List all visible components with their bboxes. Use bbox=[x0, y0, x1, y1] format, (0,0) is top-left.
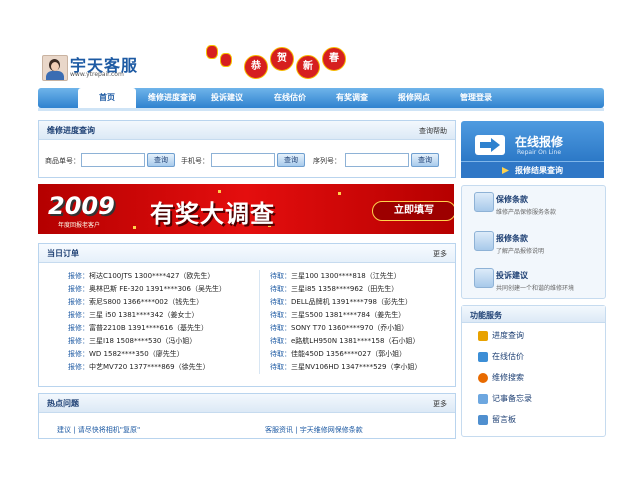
order-left-5[interactable]: 报修：三星I18 1508****530（冯小姐） bbox=[68, 336, 196, 346]
banner-cta-button[interactable]: 立即填写 bbox=[372, 201, 454, 221]
survey-banner[interactable]: 2009 年度回报老客户 有奖大调查 立即填写 bbox=[38, 184, 454, 234]
arrow-right-icon bbox=[502, 167, 509, 174]
order-right-1[interactable]: 待取：三星i85 1358****962（田先生） bbox=[270, 284, 398, 294]
newyear-char: 新 bbox=[296, 55, 320, 79]
order-right-5[interactable]: 待取：e路航LH950N 1381****158（石小姐） bbox=[270, 336, 419, 346]
order-left-0[interactable]: 报修：柯达C100JTS 1300****427（欧先生） bbox=[68, 271, 214, 281]
order-left-1[interactable]: 报修：奥林巴斯 FE-320 1391****306（吴先生） bbox=[68, 284, 226, 294]
notepad-icon bbox=[478, 393, 488, 404]
query-title: 维修进度查询 bbox=[47, 126, 95, 135]
order-right-2[interactable]: 待取：DELL品牌机 1391****798（彭先生） bbox=[270, 297, 412, 307]
orders-title: 当日订单 bbox=[47, 249, 79, 258]
hot-title: 热点问题 bbox=[47, 399, 79, 408]
complaint-title[interactable]: 投诉建议 bbox=[496, 270, 528, 281]
new-year-banner: 恭 贺 新 春 bbox=[198, 43, 358, 83]
order-right-3[interactable]: 待取：三星S500 1381****784（姜先生） bbox=[270, 310, 405, 320]
main-nav: 首页 维修进度查询 投诉建议 在线估价 有奖调查 报修网点 管理登录 bbox=[38, 88, 604, 108]
order-right-4[interactable]: 待取：SONY T70 1360****970（乔小姐） bbox=[270, 323, 408, 333]
order-left-6[interactable]: 报修：WD 1582****350（廖先生） bbox=[68, 349, 184, 359]
serial-label: 序列号： bbox=[313, 157, 341, 165]
nav-divider bbox=[38, 108, 604, 111]
newyear-char: 贺 bbox=[270, 47, 294, 71]
banner-headline: 有奖大调查 bbox=[150, 200, 275, 228]
hot-item-left[interactable]: 建议 | 请尽快将相机"复原" bbox=[57, 425, 140, 435]
nav-survey[interactable]: 有奖调查 bbox=[336, 92, 368, 103]
serial-query-button[interactable]: 查询 bbox=[411, 153, 439, 167]
repair-result-query[interactable]: 报修结果查询 bbox=[461, 161, 604, 178]
functions-box: 功能服务 进度查询 在线估价 维修搜索 记事备忘录 留言板 bbox=[461, 305, 606, 437]
phone-input[interactable] bbox=[211, 153, 275, 167]
query-panel: 维修进度查询 查询帮助 商品单号： 查询 手机号： 查询 序列号： 查询 bbox=[38, 120, 456, 178]
order-query-button[interactable]: 查询 bbox=[147, 153, 175, 167]
func-memo[interactable]: 记事备忘录 bbox=[478, 393, 532, 404]
online-repair-box[interactable]: 在线报修 Repair On Line 报修结果查询 bbox=[461, 121, 604, 178]
phone-label: 手机号： bbox=[181, 157, 209, 165]
newyear-char: 恭 bbox=[244, 55, 268, 79]
repair-terms-icon bbox=[474, 231, 494, 251]
phone-query-button[interactable]: 查询 bbox=[277, 153, 305, 167]
online-repair-en: Repair On Line bbox=[517, 149, 562, 156]
order-left-2[interactable]: 报修：索尼S800 1366****002（钱先生） bbox=[68, 297, 203, 307]
order-right-0[interactable]: 待取：三星100 1300****818（江先生） bbox=[270, 271, 401, 281]
func-guestbook[interactable]: 留言板 bbox=[478, 414, 516, 425]
order-left-3[interactable]: 报修：三星 i50 1381****342（姜女士） bbox=[68, 310, 198, 320]
order-left-7[interactable]: 报修：中艺MV720 1377****869（徐先生） bbox=[68, 362, 210, 372]
order-number-input[interactable] bbox=[81, 153, 145, 167]
order-right-7[interactable]: 待取：三星NV106HD 1347****529（李小姐） bbox=[270, 362, 421, 372]
func-progress-query[interactable]: 进度查询 bbox=[478, 330, 524, 341]
order-left-4[interactable]: 报修：富普2210B 1391****616（基先生） bbox=[68, 323, 208, 333]
orders-more-link[interactable]: 更多 bbox=[433, 249, 447, 259]
orders-divider bbox=[259, 270, 260, 374]
lantern-icon bbox=[206, 45, 218, 59]
logo-avatar bbox=[42, 55, 68, 81]
repair-terms-title[interactable]: 报修条款 bbox=[496, 233, 528, 244]
complaint-icon bbox=[474, 268, 494, 288]
newyear-char: 春 bbox=[322, 47, 346, 71]
services-box: 保修条款 维修产品保修服务条款 报修条款 了解产品报修说明 投诉建议 共同创建一… bbox=[461, 185, 606, 299]
nav-repair-progress[interactable]: 维修进度查询 bbox=[148, 92, 196, 103]
serial-input[interactable] bbox=[345, 153, 409, 167]
hot-item-right[interactable]: 客服资讯 | 宇天维修网保修条款 bbox=[265, 425, 363, 435]
banner-year: 2009 bbox=[48, 192, 115, 220]
warranty-icon bbox=[474, 192, 494, 212]
functions-title: 功能服务 bbox=[470, 311, 502, 320]
lantern-icon bbox=[220, 53, 232, 67]
nav-online-quote[interactable]: 在线估价 bbox=[274, 92, 306, 103]
shield-icon bbox=[478, 330, 488, 341]
query-help-link[interactable]: 查询帮助 bbox=[419, 126, 447, 136]
site-url: www.ytrepair.com bbox=[70, 71, 124, 78]
nav-complaint[interactable]: 投诉建议 bbox=[211, 92, 243, 103]
warranty-desc: 维修产品保修服务条款 bbox=[496, 209, 557, 216]
nav-home[interactable]: 首页 bbox=[78, 88, 136, 108]
warranty-title[interactable]: 保修条款 bbox=[496, 194, 528, 205]
complaint-desc: 共同创建一个和谐的维修环境 bbox=[496, 285, 575, 292]
order-right-6[interactable]: 待取：佳能450D 1356****027（郭小姐） bbox=[270, 349, 406, 359]
nav-admin-login[interactable]: 管理登录 bbox=[460, 92, 492, 103]
func-online-quote[interactable]: 在线估价 bbox=[478, 351, 524, 362]
search-icon bbox=[478, 372, 488, 383]
online-repair-title: 在线报修 bbox=[515, 135, 564, 149]
repair-terms-desc: 了解产品报修说明 bbox=[496, 248, 545, 255]
message-icon bbox=[478, 414, 488, 425]
arrow-icon bbox=[475, 135, 505, 155]
func-repair-search[interactable]: 维修搜索 bbox=[478, 372, 524, 383]
nav-service-points[interactable]: 报修网点 bbox=[398, 92, 430, 103]
banner-subtitle: 年度回报老客户 bbox=[58, 222, 101, 229]
hot-panel: 热点问题 更多 建议 | 请尽快将相机"复原" 客服资讯 | 宇天维修网保修条款 bbox=[38, 393, 456, 439]
order-number-label: 商品单号： bbox=[45, 157, 80, 165]
hot-more-link[interactable]: 更多 bbox=[433, 399, 447, 409]
calculator-icon bbox=[478, 351, 488, 362]
